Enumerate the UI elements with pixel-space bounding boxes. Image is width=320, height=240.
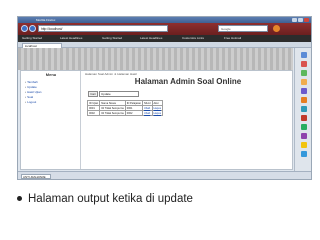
bullet-icon: [17, 196, 22, 201]
sidebar-item-hasil-ujian[interactable]: Hasil Ujian: [25, 90, 41, 94]
address-bar[interactable]: http://localhost/: [38, 25, 168, 32]
app-icon[interactable]: [301, 133, 307, 139]
caption-text: Halaman output ketika di update: [28, 193, 193, 205]
table-row: 0002 02 Tidak Sempurna 0002 Ubah Hapus: [86, 110, 163, 116]
status-field[interactable]: ANTI-MALWARE: [21, 174, 51, 179]
forward-icon[interactable]: [29, 25, 36, 32]
sidebar-item-update[interactable]: Update: [25, 85, 37, 89]
bookmark-link[interactable]: Getting Started: [22, 35, 42, 42]
delete-link[interactable]: Hapus: [154, 112, 162, 115]
app-icon[interactable]: [301, 106, 307, 112]
main-content: Halaman Soal Admin ➔ Halaman Hasil Halam…: [83, 71, 293, 169]
table-cell: 0002: [86, 110, 101, 116]
browser-screenshot: Mozilla Firefox http://localhost/ Google…: [17, 16, 312, 180]
caption-bullet: Halaman output ketika di update: [17, 192, 307, 208]
table-cell: Hapus: [151, 105, 163, 111]
app-icon[interactable]: [301, 52, 307, 58]
menu-title: Menu: [45, 72, 57, 77]
table-cell: Ubah: [142, 110, 153, 116]
bookmarks-bar: Getting Started Latest Headlines Getting…: [18, 35, 311, 42]
web-page: Menu Tambah Update Hasil Ujian Soal Logo…: [20, 70, 293, 170]
page-banner: [18, 48, 293, 70]
table-cell: 0002: [124, 110, 144, 116]
side-icon-toolbar: [294, 48, 311, 171]
back-icon[interactable]: [21, 25, 28, 32]
search-input[interactable]: Google: [218, 25, 268, 32]
edit-link[interactable]: Ubah: [144, 107, 150, 110]
app-icon[interactable]: [301, 142, 307, 148]
edit-link[interactable]: Ubah: [144, 112, 150, 115]
bookmark-link[interactable]: Latest Headlines: [140, 35, 162, 42]
bookmark-link[interactable]: Latest Headlines: [60, 35, 82, 42]
app-icon[interactable]: [301, 79, 307, 85]
app-icon[interactable]: [301, 115, 307, 121]
bookmark-link[interactable]: Getting Started: [102, 35, 122, 42]
search-field[interactable]: Update: [99, 91, 139, 97]
app-icon[interactable]: [301, 61, 307, 67]
delete-link[interactable]: Hapus: [154, 107, 162, 110]
slide: Mozilla Firefox http://localhost/ Google…: [0, 0, 320, 240]
bookmark-link[interactable]: Free Hotmail: [224, 35, 241, 42]
status-bar: ANTI-MALWARE: [18, 171, 311, 179]
sidebar-item-soal[interactable]: Soal: [25, 95, 33, 99]
app-icon[interactable]: [301, 70, 307, 76]
breadcrumb: Halaman Soal Admin ➔ Halaman Hasil: [85, 72, 137, 76]
app-icon[interactable]: [301, 151, 307, 157]
navigation-toolbar: http://localhost/ Google: [18, 23, 311, 35]
sidebar-menu: Menu Tambah Update Hasil Ujian Soal Logo…: [21, 71, 81, 169]
results-table: ID Ujian Nama Siswa ID Pelajaran NILAI A…: [86, 100, 163, 116]
bookmark-link[interactable]: Customize Links: [182, 35, 204, 42]
table-cell: 02 Tidak Sempurna: [99, 110, 126, 116]
close-button[interactable]: [304, 18, 309, 22]
maximize-button[interactable]: [298, 18, 303, 22]
app-icon[interactable]: [301, 97, 307, 103]
search-button[interactable]: Cari: [88, 91, 98, 97]
app-icon[interactable]: [301, 124, 307, 130]
minimize-button[interactable]: [292, 18, 297, 22]
table-cell: Hapus: [151, 110, 163, 116]
sidebar-item-logout[interactable]: Logout: [25, 100, 36, 104]
app-icon[interactable]: [301, 88, 307, 94]
page-title: Halaman Admin Soal Online: [134, 77, 242, 86]
sidebar-item-tambah[interactable]: Tambah: [25, 80, 38, 84]
firefox-icon: [273, 25, 280, 32]
